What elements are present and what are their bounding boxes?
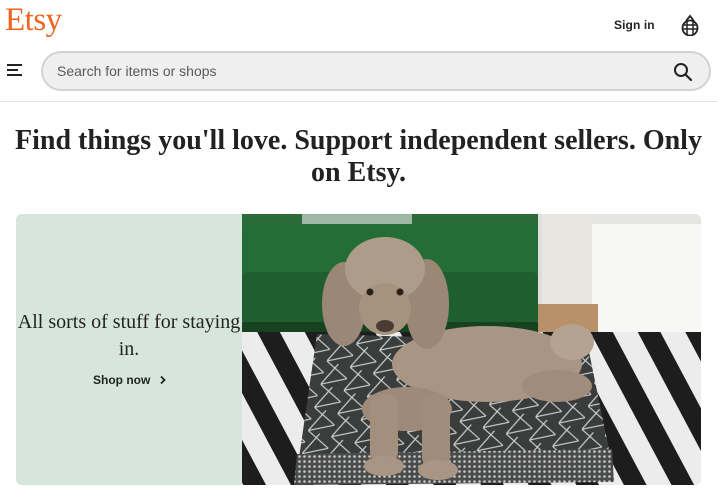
hero-banner[interactable]: All sorts of stuff for staying in. Shop … — [16, 214, 701, 485]
sign-in-link[interactable]: Sign in — [614, 18, 655, 32]
etsy-logo[interactable]: Etsy — [5, 2, 62, 39]
hero-text-panel: All sorts of stuff for staying in. Shop … — [16, 214, 242, 485]
search-bar — [41, 51, 711, 91]
hero-title: All sorts of stuff for staying in. — [17, 311, 241, 360]
page-headline: Find things you'll love. Support indepen… — [15, 125, 702, 188]
chevron-right-icon — [160, 375, 166, 385]
poodle-on-cushion-image — [242, 214, 701, 485]
header-divider — [0, 101, 717, 102]
shop-now-link[interactable]: Shop now — [93, 373, 168, 387]
basket-icon[interactable] — [680, 14, 700, 36]
search-input[interactable] — [57, 61, 637, 81]
search-icon[interactable] — [673, 62, 693, 82]
hamburger-menu-icon[interactable] — [7, 63, 24, 77]
shop-now-label: Shop now — [93, 373, 151, 387]
